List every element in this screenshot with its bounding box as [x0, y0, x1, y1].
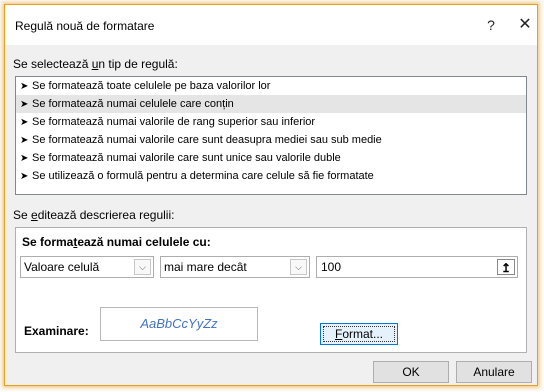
close-button[interactable]: ✕	[509, 13, 541, 37]
cell-value-dropdown[interactable]: Valoare celulă ⌵	[20, 256, 154, 278]
rule-description-panel: Se formatează numai celulele cu: Valoare…	[15, 227, 527, 353]
preview-label: Examinare:	[24, 324, 89, 338]
chevron-down-icon[interactable]: ⌵	[134, 259, 151, 275]
rule-type-item[interactable]: ➤ Se formatează numai valorile care sunt …	[16, 131, 526, 149]
title-bar: Regulă nouă de formatare ? ✕	[5, 5, 537, 45]
ok-button[interactable]: OK	[373, 361, 449, 383]
arrow-icon: ➤	[20, 135, 29, 146]
operator-dropdown[interactable]: mai mare decât ⌵	[160, 256, 310, 278]
value-input[interactable]: 100 ↥	[316, 256, 518, 278]
arrow-icon: ➤	[20, 117, 29, 128]
rule-type-item[interactable]: ➤ Se formatează numai valorile care sunt …	[16, 149, 526, 167]
chevron-down-icon[interactable]: ⌵	[290, 259, 307, 275]
rule-type-list[interactable]: ➤ Se formatează toate celulele pe baza va…	[15, 76, 527, 195]
rule-type-label: Se selectează un tip de regulă:	[13, 57, 178, 71]
arrow-icon: ➤	[20, 99, 29, 110]
format-only-heading: Se formatează numai celulele cu:	[22, 235, 211, 249]
rule-type-item[interactable]: ➤ Se formatează toate celulele pe baza va…	[16, 77, 526, 95]
arrow-icon: ➤	[20, 153, 29, 164]
help-button[interactable]: ?	[475, 13, 507, 37]
cancel-button[interactable]: Anulare	[456, 361, 532, 383]
rule-type-item[interactable]: ➤ Se formatează numai valorile de rang su…	[16, 113, 526, 131]
rule-type-item-selected[interactable]: ➤ Se formatează numai celulele care conți…	[16, 95, 526, 113]
new-formatting-rule-dialog: Regulă nouă de formatare ? ✕ Se selectea…	[4, 4, 538, 386]
arrow-icon: ➤	[20, 171, 29, 182]
collapse-dialog-icon[interactable]: ↥	[497, 259, 515, 275]
dialog-title: Regulă nouă de formatare	[15, 19, 155, 33]
rule-type-item[interactable]: ➤ Se utilizează o formulă pentru a determ…	[16, 167, 526, 185]
edit-description-label: Se editează descrierea regulii:	[13, 208, 175, 222]
arrow-icon: ➤	[20, 81, 29, 92]
format-preview: AaBbCcYyZz	[100, 307, 258, 341]
format-button[interactable]: Format...	[320, 323, 398, 345]
